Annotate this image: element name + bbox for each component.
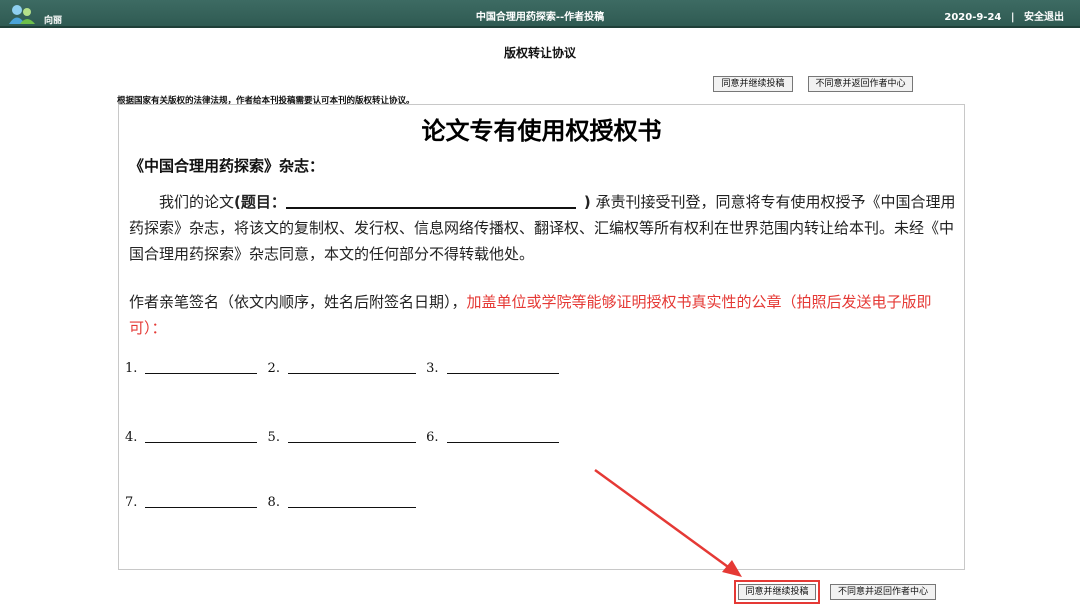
- logout-link[interactable]: 安全退出: [1024, 12, 1064, 23]
- current-date: 2020-9-24: [944, 12, 1002, 23]
- system-title: 中国合理用药探索--作者投稿: [475, 12, 605, 23]
- signature-slot: 1.: [125, 361, 258, 376]
- document-title: 论文专有使用权授权书: [421, 116, 662, 145]
- top-header: 向丽 中国合理用药探索--作者投稿 2020-9-24 | 安全退出: [0, 0, 1080, 28]
- body-prefix: 我们的论文: [159, 193, 235, 211]
- agreement-document: 论文专有使用权授权书 《中国合理用药探索》杂志： 我们的论文(题目：) 承责刊接…: [118, 104, 965, 570]
- disagree-return-button-top[interactable]: 不同意并返回作者中心: [808, 76, 913, 92]
- signature-slot: 6.: [426, 430, 559, 445]
- signature-slot: 8.: [268, 495, 416, 510]
- signature-slot: 3.: [426, 361, 559, 376]
- header-separator: |: [1010, 12, 1015, 23]
- agree-continue-button-top[interactable]: 同意并继续投稿: [713, 76, 793, 92]
- signature-slot: 5.: [268, 430, 416, 445]
- disagree-return-button[interactable]: 不同意并返回作者中心: [830, 584, 936, 600]
- title-label-close: ): [583, 193, 591, 211]
- signature-row: 4. 5. 6.: [125, 430, 565, 445]
- paper-title-blank: [285, 193, 576, 209]
- agreement-body: 我们的论文(题目：) 承责刊接受刊登，同意将专有使用权授予《中国合理用药探索》杂…: [129, 189, 959, 267]
- sign-text: 作者亲笔签名（依文内顺序，姓名后附签名日期），: [129, 293, 467, 311]
- signature-slot: 2.: [268, 361, 416, 376]
- signature-slot: 4.: [125, 430, 258, 445]
- title-label: (题目：: [234, 193, 286, 211]
- journal-addressee: 《中国合理用药探索》杂志：: [129, 157, 325, 175]
- signature-row: 7. 8.: [125, 495, 422, 510]
- header-right: 2020-9-24 | 安全退出: [944, 8, 1064, 23]
- signature-row: 1. 2. 3.: [125, 361, 565, 376]
- signature-instructions: 作者亲笔签名（依文内顺序，姓名后附签名日期），加盖单位或学院等能够证明授权书真实…: [129, 289, 959, 341]
- agree-continue-button[interactable]: 同意并继续投稿: [738, 584, 816, 600]
- signature-slot: 7.: [125, 495, 258, 510]
- page-title: 版权转让协议: [503, 46, 576, 60]
